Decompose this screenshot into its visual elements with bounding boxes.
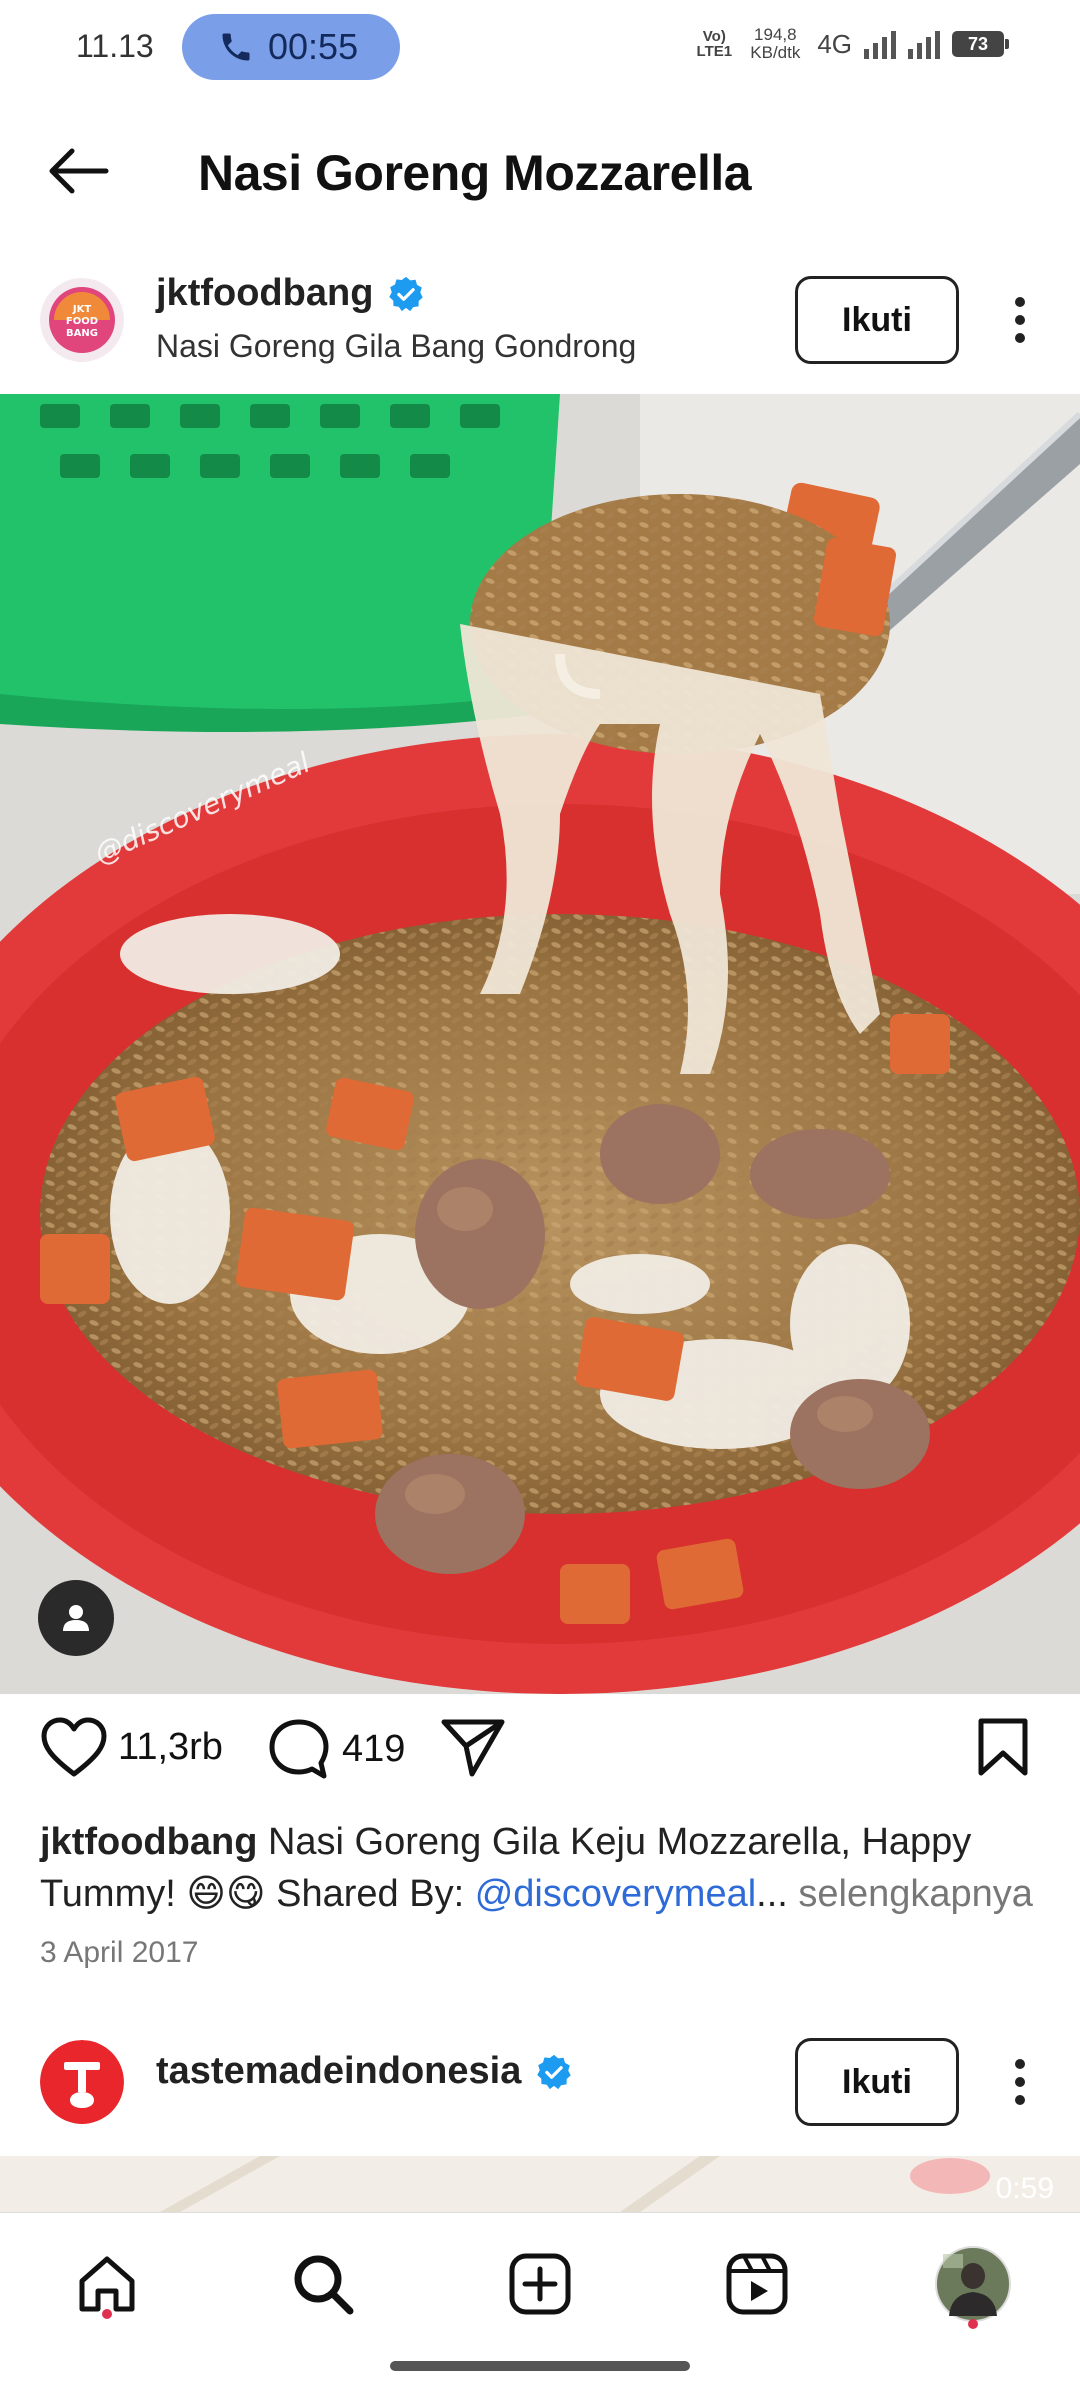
comment-count: 419 bbox=[342, 1727, 406, 1770]
next-post-username[interactable]: tastemadeindonesia bbox=[156, 2050, 521, 2093]
next-post-header: tastemadeindonesia Ikuti bbox=[0, 2036, 1080, 2146]
nav-search[interactable] bbox=[278, 2239, 368, 2329]
home-notification-dot bbox=[102, 2309, 112, 2319]
jktfoodbang-logo: JKT FOOD BANG bbox=[40, 278, 124, 362]
next-post-avatar[interactable] bbox=[40, 2040, 124, 2124]
like-action[interactable]: 11,3rb bbox=[40, 1716, 223, 1778]
next-follow-button[interactable]: Ikuti bbox=[795, 2038, 959, 2126]
tagged-people-button[interactable] bbox=[38, 1580, 114, 1656]
svg-text:BANG: BANG bbox=[66, 328, 98, 339]
caption-ellipsis: ... bbox=[756, 1873, 788, 1915]
svg-text:FOOD: FOOD bbox=[66, 316, 98, 327]
verified-badge-icon bbox=[537, 2054, 572, 2089]
post-header: JKT FOOD BANG jktfoodbang Nasi Goreng Gi… bbox=[0, 266, 1080, 376]
post-caption: jktfoodbang Nasi Goreng Gila Keju Mozzar… bbox=[40, 1816, 1050, 1920]
search-icon bbox=[294, 2255, 354, 2315]
status-time: 11.13 bbox=[76, 28, 154, 64]
speed-unit: KB/dtk bbox=[750, 43, 801, 62]
post-actions: 11,3rb 419 bbox=[0, 1716, 1080, 1796]
verified-badge-icon bbox=[389, 276, 424, 311]
nav-create[interactable] bbox=[495, 2239, 585, 2329]
avatar[interactable]: JKT FOOD BANG bbox=[40, 278, 124, 362]
like-count: 11,3rb bbox=[118, 1725, 223, 1768]
add-post-icon bbox=[509, 2253, 571, 2315]
status-indicators: Vo) LTE1 194,8 KB/dtk 4G 73 bbox=[695, 26, 1009, 62]
nav-reels[interactable] bbox=[712, 2239, 802, 2329]
next-post-media[interactable]: 0:59 bbox=[0, 2156, 1080, 2212]
heart-icon bbox=[41, 1717, 107, 1777]
bookmark-icon bbox=[978, 1718, 1028, 1776]
comment-action[interactable]: 419 bbox=[266, 1716, 405, 1782]
caption-more-link[interactable]: selengkapnya bbox=[798, 1873, 1033, 1915]
app-header: Nasi Goreng Mozzarella bbox=[0, 110, 1080, 230]
share-action[interactable] bbox=[440, 1716, 506, 1780]
next-post-thumbnail bbox=[0, 2156, 1080, 2212]
back-arrow-icon bbox=[49, 148, 109, 194]
bottom-navigation bbox=[0, 2212, 1080, 2400]
food-photo: @discoverymeal bbox=[0, 394, 1080, 1694]
phone-icon bbox=[222, 33, 250, 61]
network-speed: 194,8 KB/dtk bbox=[745, 26, 805, 62]
network-type: 4G bbox=[817, 28, 852, 59]
post-location[interactable]: Nasi Goreng Gila Bang Gondrong bbox=[156, 328, 636, 365]
person-icon bbox=[63, 1605, 89, 1631]
comment-icon bbox=[269, 1719, 329, 1779]
username-row: jktfoodbang bbox=[156, 272, 425, 315]
follow-button[interactable]: Ikuti bbox=[795, 276, 959, 364]
more-options-button[interactable] bbox=[990, 276, 1050, 364]
tastemade-logo bbox=[40, 2040, 124, 2124]
more-vertical-icon bbox=[1015, 2059, 1025, 2105]
speed-value: 194,8 bbox=[754, 25, 797, 44]
volte-indicator: Vo) LTE1 bbox=[696, 28, 733, 60]
video-duration: 0:59 bbox=[995, 2172, 1054, 2205]
more-vertical-icon bbox=[1015, 297, 1025, 343]
svg-text:JKT: JKT bbox=[72, 304, 91, 315]
post-username[interactable]: jktfoodbang bbox=[156, 272, 373, 315]
post-date: 3 April 2017 bbox=[40, 1936, 199, 1969]
ongoing-call-pill[interactable]: 00:55 bbox=[182, 14, 400, 80]
send-icon bbox=[441, 1719, 505, 1777]
signal-icon-sim2 bbox=[908, 29, 940, 59]
home-icon bbox=[79, 2256, 135, 2312]
caption-username[interactable]: jktfoodbang bbox=[40, 1821, 257, 1863]
nav-profile[interactable] bbox=[928, 2239, 1018, 2329]
battery-icon: 73 bbox=[952, 31, 1009, 57]
profile-avatar bbox=[935, 2246, 1011, 2322]
back-button[interactable] bbox=[38, 136, 118, 206]
post-image[interactable]: @discoverymeal bbox=[0, 394, 1080, 1694]
signal-icon bbox=[864, 29, 896, 59]
next-more-options-button[interactable] bbox=[990, 2038, 1050, 2126]
page-title: Nasi Goreng Mozzarella bbox=[198, 145, 752, 201]
status-bar: 11.13 00:55 Vo) LTE1 194,8 KB/dtk 4G 73 bbox=[0, 0, 1080, 96]
system-home-indicator[interactable] bbox=[390, 2361, 690, 2371]
next-username-row: tastemadeindonesia bbox=[156, 2050, 573, 2093]
battery-level: 73 bbox=[967, 33, 989, 54]
call-timer: 00:55 bbox=[268, 26, 359, 67]
caption-mention[interactable]: @discoverymeal bbox=[475, 1873, 756, 1915]
reels-icon bbox=[726, 2253, 788, 2315]
profile-notification-dot bbox=[968, 2319, 978, 2329]
save-action[interactable] bbox=[976, 1716, 1030, 1778]
